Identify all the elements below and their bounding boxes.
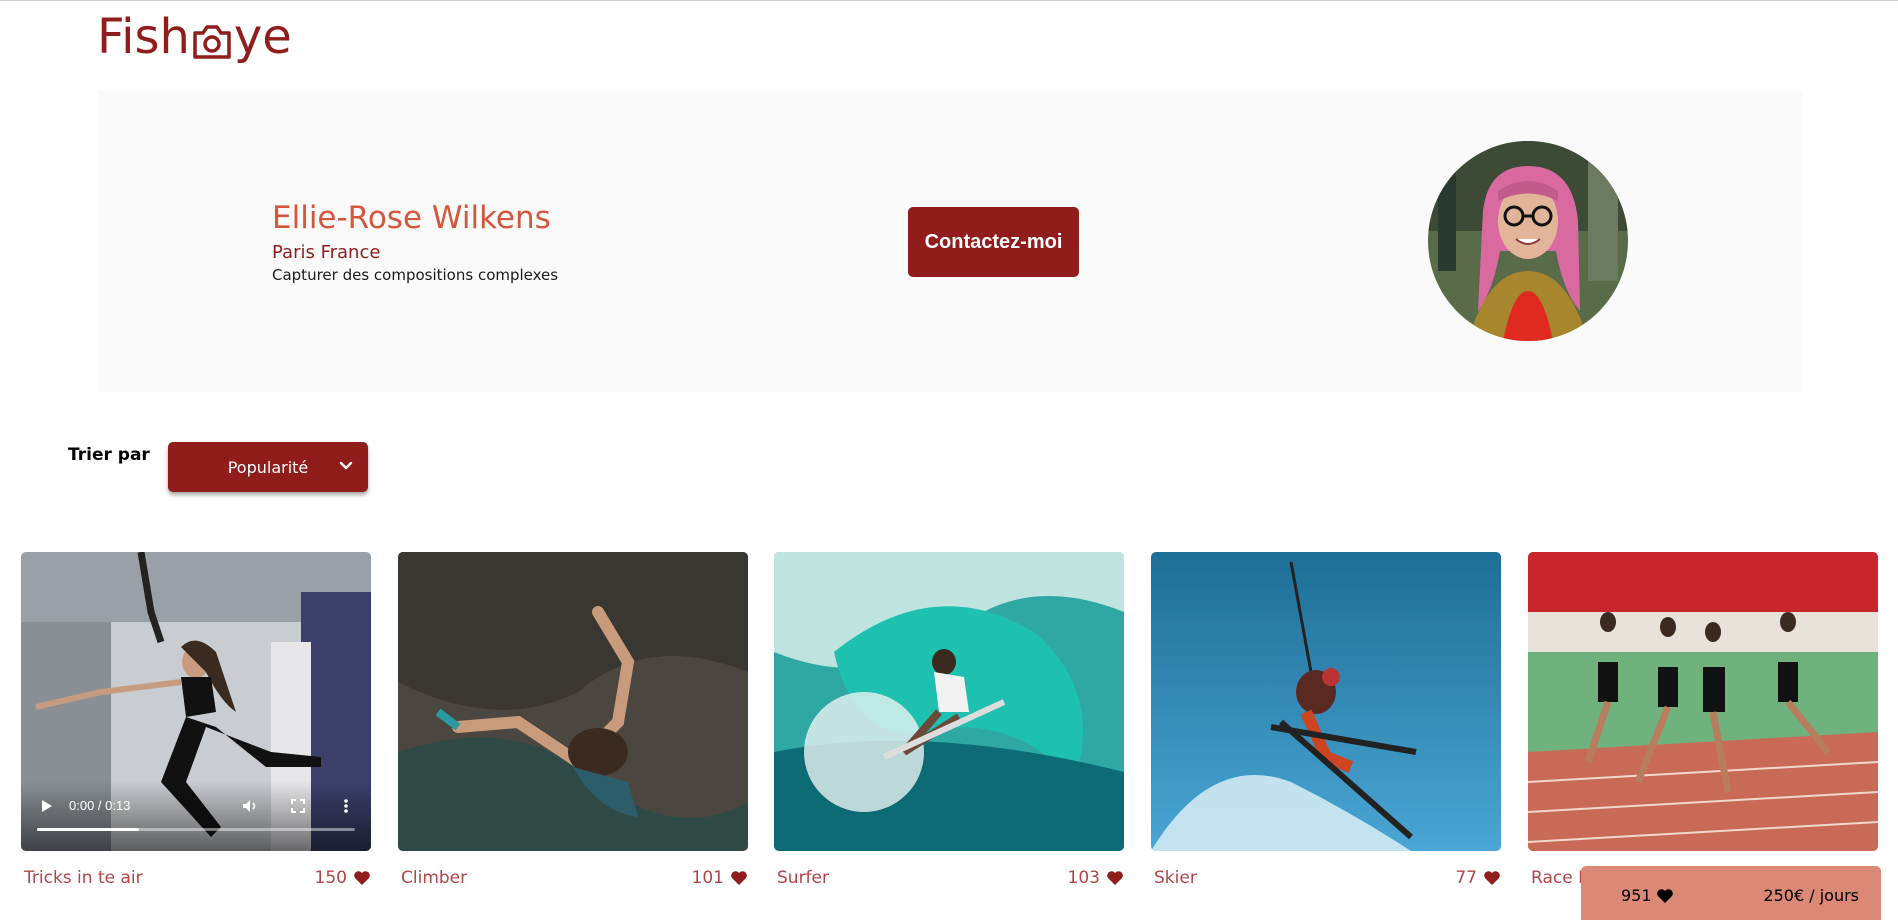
like-button[interactable]: 103 bbox=[1068, 868, 1124, 888]
likes-price-badge: 951 250€ / jours bbox=[1581, 866, 1881, 920]
chevron-down-icon bbox=[338, 458, 354, 474]
media-title: Tricks in te air bbox=[24, 868, 143, 888]
media-title: Skier bbox=[1154, 868, 1197, 888]
heart-icon bbox=[1656, 888, 1674, 904]
media-title: Surfer bbox=[777, 868, 829, 888]
like-count: 103 bbox=[1067, 868, 1100, 888]
logo-link[interactable]: Fish ye bbox=[97, 13, 292, 61]
media-card: 0:00 / 0:13 Tricks in te air 150 bbox=[21, 552, 371, 888]
like-count: 150 bbox=[314, 868, 347, 888]
total-likes: 951 bbox=[1621, 886, 1674, 905]
media-card: Climber 101 bbox=[398, 552, 748, 888]
photographer-header: Ellie-Rose Wilkens Paris France Capturer… bbox=[98, 91, 1802, 392]
contact-button[interactable]: Contactez-moi bbox=[908, 207, 1079, 277]
fullscreen-icon[interactable] bbox=[289, 797, 307, 815]
media-card: Surfer 103 bbox=[774, 552, 1124, 888]
media-image[interactable] bbox=[774, 552, 1124, 851]
more-vertical-icon[interactable] bbox=[337, 797, 355, 815]
sort-select[interactable]: Popularité bbox=[168, 442, 368, 492]
media-video[interactable]: 0:00 / 0:13 bbox=[21, 552, 371, 851]
photographer-tagline: Capturer des compositions complexes bbox=[272, 266, 559, 284]
like-count: 101 bbox=[691, 868, 724, 888]
media-title: Climber bbox=[401, 868, 468, 888]
photographer-avatar bbox=[1428, 141, 1628, 341]
like-button[interactable]: 150 bbox=[315, 868, 371, 888]
total-likes-count: 951 bbox=[1621, 886, 1652, 905]
heart-icon bbox=[1106, 870, 1124, 886]
sort-label: Trier par bbox=[68, 445, 150, 465]
logo-text-start: Fish bbox=[97, 9, 190, 65]
video-controls: 0:00 / 0:13 bbox=[21, 781, 371, 851]
media-card: Race End bbox=[1528, 552, 1878, 888]
volume-icon[interactable] bbox=[241, 797, 259, 815]
like-button[interactable]: 77 bbox=[1455, 868, 1501, 888]
video-progress-fill bbox=[37, 828, 139, 831]
media-card: Skier 77 bbox=[1151, 552, 1501, 888]
logo-text-end: ye bbox=[233, 9, 292, 65]
photographer-name: Ellie-Rose Wilkens bbox=[272, 200, 551, 236]
media-image[interactable] bbox=[1528, 552, 1878, 851]
video-time: 0:00 / 0:13 bbox=[69, 798, 131, 813]
daily-price: 250€ / jours bbox=[1763, 886, 1859, 905]
play-icon[interactable] bbox=[37, 797, 55, 815]
heart-icon bbox=[353, 870, 371, 886]
like-count: 77 bbox=[1455, 868, 1477, 888]
heart-icon bbox=[1483, 870, 1501, 886]
like-button[interactable]: 101 bbox=[692, 868, 748, 888]
camera-icon bbox=[191, 20, 233, 59]
photographer-location: Paris France bbox=[272, 242, 381, 263]
heart-icon bbox=[730, 870, 748, 886]
media-image[interactable] bbox=[398, 552, 748, 851]
video-progress-bar[interactable] bbox=[37, 828, 355, 831]
media-image[interactable] bbox=[1151, 552, 1501, 851]
